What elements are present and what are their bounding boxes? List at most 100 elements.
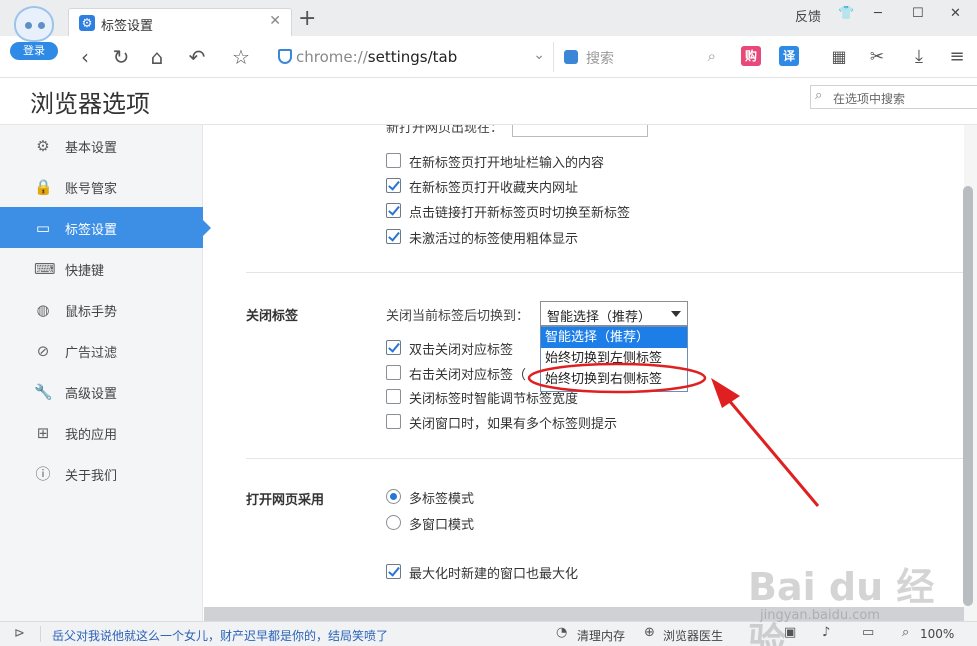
option-label: 关闭窗口时，如果有多个标签则提示 <box>409 417 618 432</box>
shopping-icon[interactable]: 购 <box>741 46 761 66</box>
status-bar: ⊳ 岳父对我说他就这么一个女儿，财产迟早都是你的，结局笑喷了 ◔ 清理内存 ⊕ … <box>0 621 977 646</box>
menu-icon[interactable]: ≡ <box>944 44 970 70</box>
switch-after-close-label: 关闭当前标签后切换到： <box>386 309 530 324</box>
skin-icon[interactable]: 👕 <box>838 6 854 21</box>
options-search-input[interactable]: ⌕ 在选项中搜索 <box>810 85 977 109</box>
sidebar-item-label: 标签设置 <box>65 223 118 238</box>
tab-title: 标签设置 <box>101 19 154 34</box>
zoom-level[interactable]: 100% <box>920 627 954 641</box>
tab-icon: ▭ <box>35 219 51 237</box>
star-icon[interactable]: ☆ <box>228 44 254 70</box>
search-icon: ⌕ <box>815 88 823 103</box>
undo-icon[interactable]: ↶ <box>184 44 210 70</box>
section-divider <box>246 458 964 459</box>
clean-memory-button[interactable]: 清理内存 <box>577 627 625 644</box>
sidebar-toggle-icon[interactable]: ⊳ <box>14 626 25 641</box>
dropdown-option-right[interactable]: 始终切换到右侧标签 <box>541 369 687 390</box>
back-icon[interactable]: ‹ <box>72 44 98 70</box>
news-ticker-link[interactable]: 岳父对我说他就这么一个女儿，财产迟早都是你的，结局笑喷了 <box>52 627 388 644</box>
browser-doctor-button[interactable]: 浏览器医生 <box>663 627 723 644</box>
checkbox[interactable] <box>386 389 401 404</box>
scissors-icon[interactable]: ✂ <box>864 44 890 70</box>
avatar-eye <box>25 22 32 29</box>
options-search-placeholder: 在选项中搜索 <box>833 92 906 106</box>
close-tab-section-title: 关闭标签 <box>246 309 299 324</box>
close-window-button[interactable]: ✕ <box>950 6 961 21</box>
sidebar-item-shortcuts[interactable]: ⌨ 快捷键 <box>0 248 203 289</box>
zoom-icon[interactable]: ⌕ <box>902 625 909 640</box>
status-divider <box>40 626 41 642</box>
sidebar-item-adblock[interactable]: ⊘ 广告过滤 <box>0 330 203 371</box>
paw-icon <box>564 50 578 64</box>
switch-after-close-select[interactable]: 智能选择（推荐） <box>540 301 688 326</box>
option-label: 双击关闭对应标签 <box>409 343 514 358</box>
open-position-select[interactable] <box>512 125 648 137</box>
radio-button[interactable] <box>386 515 401 530</box>
sidebar-item-mouse[interactable]: ◍ 鼠标手势 <box>0 289 203 330</box>
apps-icon[interactable]: ▦ <box>826 44 852 70</box>
block-icon: ⊘ <box>36 342 50 360</box>
download-icon[interactable]: ⤓ <box>906 44 932 70</box>
avatar[interactable]: 登录 <box>8 4 60 60</box>
sidebar-item-tabs[interactable]: ▭ 标签设置 <box>0 207 211 248</box>
sidebar-item-about[interactable]: ⓘ 关于我们 <box>0 453 203 494</box>
option-label: 在新标签页打开收藏夹内网址 <box>409 181 579 196</box>
checkbox[interactable] <box>386 340 401 355</box>
maximize-button[interactable]: ☐ <box>912 6 924 21</box>
address-bar[interactable]: chrome://settings/tab ⌄ <box>270 42 554 72</box>
memory-icon: ◔ <box>556 625 568 640</box>
tab-bar: ⚙ 标签设置 ✕ + 反馈 👕 ─ ☐ ✕ <box>0 0 977 36</box>
chevron-down-icon[interactable]: ⌄ <box>533 47 545 63</box>
volume-icon[interactable]: ♪ <box>822 625 830 640</box>
translate-icon[interactable]: 译 <box>779 46 799 66</box>
scrollbar-thumb[interactable] <box>963 186 973 606</box>
picture-icon[interactable]: ▣ <box>784 625 796 640</box>
checkbox[interactable] <box>386 414 401 429</box>
dropdown-option-left[interactable]: 始终切换到左侧标签 <box>541 348 687 369</box>
sidebar-item-apps[interactable]: ⊞ 我的应用 <box>0 412 203 453</box>
shield-icon <box>278 49 292 64</box>
tab-settings[interactable]: ⚙ 标签设置 ✕ <box>68 8 292 36</box>
sidebar-item-account[interactable]: 🔒 账号管家 <box>0 166 203 207</box>
radio-button[interactable] <box>386 489 401 504</box>
tab-close-icon[interactable]: ✕ <box>269 13 281 29</box>
option-label: 右击关闭对应标签（ <box>409 368 527 383</box>
search-box[interactable]: 搜索 ⌕ <box>558 42 724 72</box>
checkbox[interactable] <box>386 365 401 380</box>
sidebar-item-basic[interactable]: ⚙ 基本设置 <box>0 125 203 166</box>
search-placeholder: 搜索 <box>586 51 614 67</box>
gear-icon: ⚙ <box>79 15 95 31</box>
horizontal-scrollbar[interactable] <box>204 607 964 621</box>
gear-icon: ⚙ <box>36 137 50 155</box>
sidebar: ⚙ 基本设置 🔒 账号管家 ▭ 标签设置 ⌨ 快捷键 ◍ 鼠标手势 ⊘ 广告过滤… <box>0 125 211 621</box>
option-label: 点击链接打开新标签页时切换至新标签 <box>409 206 631 221</box>
lock-icon: 🔒 <box>34 178 53 196</box>
sidebar-item-label: 关于我们 <box>65 469 118 484</box>
feedback-link[interactable]: 反馈 <box>795 6 821 25</box>
toolbar: ‹ ↻ ⌂ ↶ ☆ chrome://settings/tab ⌄ 搜索 ⌕ 购… <box>0 36 977 78</box>
section-divider <box>246 272 964 273</box>
login-button[interactable]: 登录 <box>10 42 58 60</box>
home-icon[interactable]: ⌂ <box>144 44 170 70</box>
checkbox[interactable] <box>386 564 401 579</box>
sidebar-item-advanced[interactable]: 🔧 高级设置 <box>0 371 203 412</box>
wrench-icon: 🔧 <box>34 383 53 401</box>
switch-dropdown-menu: 智能选择（推荐） 始终切换到左侧标签 始终切换到右侧标签 <box>540 326 688 392</box>
checkbox[interactable] <box>386 178 401 193</box>
minimize-button[interactable]: ─ <box>874 6 882 21</box>
settings-content: 新打开网页出现在： 在新标签页打开地址栏输入的内容 在新标签页打开收藏夹内网址 … <box>204 125 964 621</box>
dropdown-option-smart[interactable]: 智能选择（推荐） <box>541 327 687 348</box>
mouse-icon: ◍ <box>36 301 50 319</box>
new-tab-button[interactable]: + <box>298 8 316 30</box>
doctor-icon: ⊕ <box>644 625 655 640</box>
refresh-icon[interactable]: ↻ <box>108 44 134 70</box>
checkbox[interactable] <box>386 153 401 168</box>
address-url: chrome://settings/tab <box>296 48 457 66</box>
display-icon[interactable]: ▭ <box>862 625 874 640</box>
checkbox[interactable] <box>386 229 401 244</box>
sidebar-item-label: 高级设置 <box>65 387 118 402</box>
checkbox[interactable] <box>386 203 401 218</box>
url-path: settings/tab <box>367 48 458 66</box>
option-label: 未激活过的标签使用粗体显示 <box>409 232 579 247</box>
search-icon[interactable]: ⌕ <box>708 47 716 65</box>
